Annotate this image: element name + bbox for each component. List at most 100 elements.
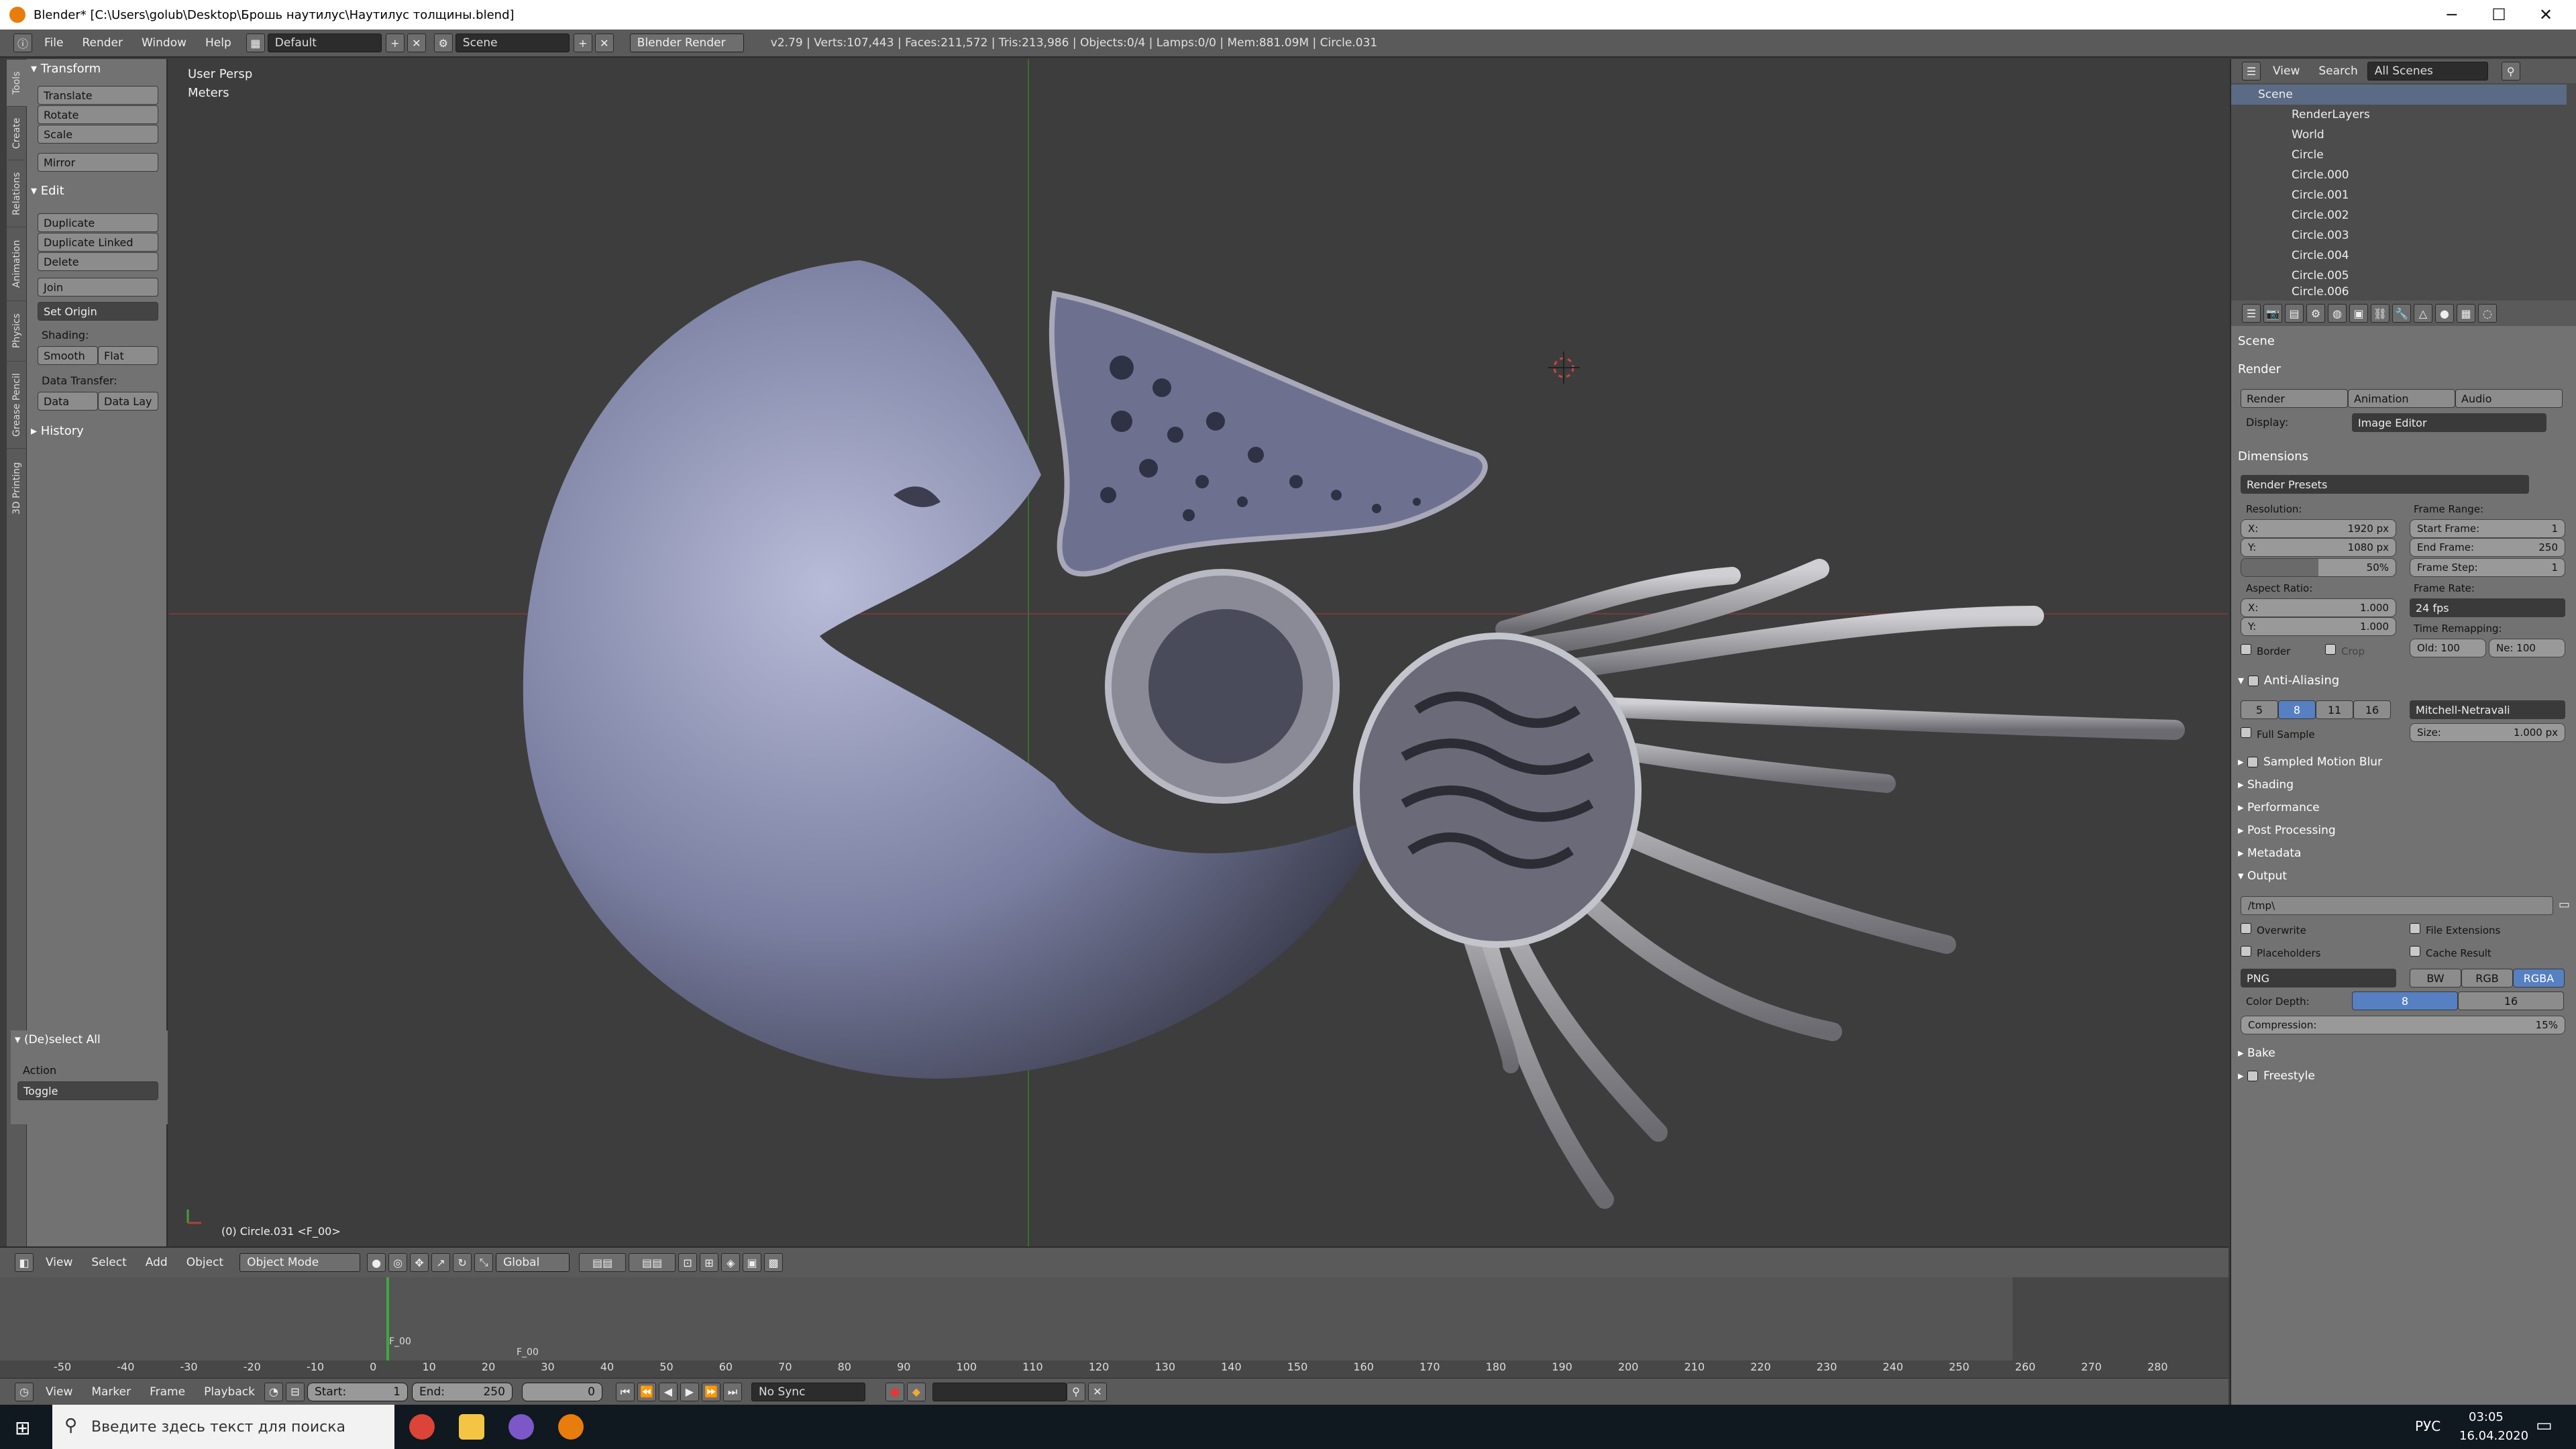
data-button[interactable]: Data xyxy=(38,392,98,411)
metadata-panel[interactable]: ▸ Metadata xyxy=(2238,847,2301,860)
mode-select[interactable]: Object Mode xyxy=(239,1253,361,1272)
outliner-scene-row[interactable]: Scene xyxy=(2231,85,2567,105)
duplicate-linked-button[interactable]: Duplicate Linked xyxy=(38,233,158,252)
render-preview-icon[interactable]: ▣ xyxy=(743,1253,762,1272)
render-audio-button[interactable]: Audio xyxy=(2455,389,2563,408)
menu-window[interactable]: Window xyxy=(132,36,196,50)
jump-end-icon[interactable]: ⏭ xyxy=(722,1382,742,1401)
outliner-menu-search[interactable]: Search xyxy=(2309,64,2367,78)
aa-8-button[interactable]: 8 xyxy=(2278,700,2316,719)
next-keyframe-icon[interactable]: ⏩ xyxy=(701,1382,720,1401)
tab-physics[interactable]: Physics xyxy=(7,301,27,361)
windows-start-icon[interactable]: ⊞ xyxy=(15,1417,30,1439)
start-frame-field[interactable]: Start Frame: 1 xyxy=(2410,519,2565,538)
shading-sphere-icon[interactable]: ● xyxy=(367,1253,386,1272)
depth-8-button[interactable]: 8 xyxy=(2352,991,2458,1010)
tl-menu-frame[interactable]: Frame xyxy=(140,1385,195,1399)
mirror-button[interactable]: Mirror xyxy=(38,153,158,172)
constraints-tab-icon[interactable]: ⛓ xyxy=(2371,304,2390,323)
tab-3d-printing[interactable]: 3D Printing xyxy=(7,448,27,529)
object-tab-icon[interactable]: ▣ xyxy=(2349,304,2368,323)
overwrite-checkbox[interactable]: Overwrite xyxy=(2241,923,2306,936)
start-frame-field[interactable]: Start: 1 xyxy=(307,1382,408,1401)
record-icon[interactable]: ● xyxy=(885,1382,904,1401)
outliner-row[interactable]: RenderLayers xyxy=(2231,105,2567,125)
outliner-row[interactable]: Circle.003 xyxy=(2231,225,2567,246)
file-format-select[interactable]: PNG xyxy=(2241,969,2396,987)
layers-tab-icon[interactable]: ▤ xyxy=(2285,304,2304,323)
orientation-select[interactable]: Global xyxy=(496,1253,570,1272)
history-panel-title[interactable]: ▸ History xyxy=(31,424,84,438)
motion-blur-panel[interactable]: ▸ Sampled Motion Blur xyxy=(2238,755,2382,769)
language-indicator[interactable]: РУС xyxy=(2415,1418,2440,1434)
delete-button[interactable]: Delete xyxy=(38,252,158,271)
lock-icon[interactable]: ⊡ xyxy=(678,1253,698,1272)
render-anim-icon[interactable]: ▩ xyxy=(764,1253,784,1272)
outliner-editor-icon[interactable]: ☰ xyxy=(2242,62,2261,80)
current-frame-field[interactable]: 0 xyxy=(521,1382,602,1401)
end-frame-field[interactable]: End: 250 xyxy=(411,1382,513,1401)
tl-menu-marker[interactable]: Marker xyxy=(82,1385,140,1399)
clock-icon[interactable]: ◔ xyxy=(264,1382,283,1401)
aa-5-button[interactable]: 5 xyxy=(2241,700,2278,719)
menu-object[interactable]: Object xyxy=(177,1256,233,1269)
delete-key-icon[interactable]: ✕ xyxy=(1087,1382,1107,1401)
file-extensions-checkbox[interactable]: File Extensions xyxy=(2410,923,2500,936)
outliner-row[interactable]: Circle.001 xyxy=(2231,185,2567,205)
crop-checkbox[interactable]: Crop xyxy=(2325,644,2365,657)
outliner-row[interactable]: Circle xyxy=(2231,145,2567,165)
outliner-row[interactable]: Circle.002 xyxy=(2231,205,2567,225)
sync-select[interactable]: No Sync xyxy=(751,1382,865,1401)
outliner-row[interactable]: Circle.006 xyxy=(2231,284,2567,299)
compression-field[interactable]: Compression: 15% xyxy=(2241,1016,2565,1034)
add-layout-icon[interactable]: + xyxy=(385,34,405,52)
jump-start-icon[interactable]: ⏮ xyxy=(615,1382,635,1401)
tab-create[interactable]: Create xyxy=(7,106,27,160)
translate-manipulator-icon[interactable]: ↗ xyxy=(431,1253,451,1272)
layers-icon[interactable]: ▤▤ xyxy=(579,1253,627,1272)
border-checkbox[interactable]: Border xyxy=(2241,644,2290,657)
snap-target-icon[interactable]: ◈ xyxy=(721,1253,741,1272)
menu-select[interactable]: Select xyxy=(82,1256,136,1269)
properties-editor-icon[interactable]: ☰ xyxy=(2242,304,2261,323)
physics-tab-icon[interactable]: ◌ xyxy=(2478,304,2497,323)
performance-panel[interactable]: ▸ Performance xyxy=(2238,801,2320,814)
insert-key-icon[interactable]: ⚲ xyxy=(1066,1382,1085,1401)
outliner-row[interactable]: Circle.004 xyxy=(2231,246,2567,266)
rgba-button[interactable]: RGBA xyxy=(2513,969,2565,987)
action-dropdown[interactable]: Toggle xyxy=(17,1081,158,1100)
smooth-button[interactable]: Smooth xyxy=(38,346,98,365)
texture-tab-icon[interactable]: ▦ xyxy=(2457,304,2475,323)
aa-11-button[interactable]: 11 xyxy=(2316,700,2353,719)
menu-view[interactable]: View xyxy=(36,1256,82,1269)
placeholders-checkbox[interactable]: Placeholders xyxy=(2241,946,2320,959)
tl-menu-playback[interactable]: Playback xyxy=(195,1385,264,1399)
render-panel-title[interactable]: Render xyxy=(2238,362,2281,376)
menu-add[interactable]: Add xyxy=(136,1256,177,1269)
rgb-button[interactable]: RGB xyxy=(2461,969,2513,987)
remap-new-field[interactable]: Ne: 100 xyxy=(2489,639,2565,657)
notification-icon[interactable]: ▭ xyxy=(2536,1415,2553,1436)
render-presets-select[interactable]: Render Presets xyxy=(2241,475,2529,494)
render-engine-select[interactable]: Blender Render xyxy=(629,34,744,52)
menu-render[interactable]: Render xyxy=(72,36,132,50)
aa-16-button[interactable]: 16 xyxy=(2353,700,2391,719)
remove-layout-icon[interactable]: ✕ xyxy=(407,34,426,52)
tab-grease-pencil[interactable]: Grease Pencil xyxy=(7,361,27,448)
outliner-menu-view[interactable]: View xyxy=(2263,64,2309,78)
play-icon[interactable]: ▶ xyxy=(680,1382,699,1401)
flat-button[interactable]: Flat xyxy=(98,346,158,365)
full-sample-checkbox[interactable]: Full Sample xyxy=(2241,727,2315,741)
aspect-y-field[interactable]: Y: 1.000 xyxy=(2241,617,2396,636)
edit-panel-title[interactable]: ▾ Edit xyxy=(31,184,64,198)
outliner-search-icon[interactable]: ⚲ xyxy=(2501,62,2520,80)
viber-icon[interactable] xyxy=(508,1414,534,1440)
data-tab-icon[interactable]: △ xyxy=(2414,304,2432,323)
aspect-x-field[interactable]: X: 1.000 xyxy=(2241,598,2396,617)
scale-button[interactable]: Scale xyxy=(38,125,158,144)
resolution-x-field[interactable]: X: 1920 px xyxy=(2241,519,2396,538)
timeline-ruler[interactable]: -50 -40 -30 -20 -10 0 10 20 30 40 50 60 70 80 90 100 110… xyxy=(0,1360,2229,1378)
remap-old-field[interactable]: Old: 100 xyxy=(2410,639,2486,657)
fps-select[interactable]: 24 fps xyxy=(2410,598,2565,617)
snap-icon[interactable]: ⊞ xyxy=(700,1253,719,1272)
